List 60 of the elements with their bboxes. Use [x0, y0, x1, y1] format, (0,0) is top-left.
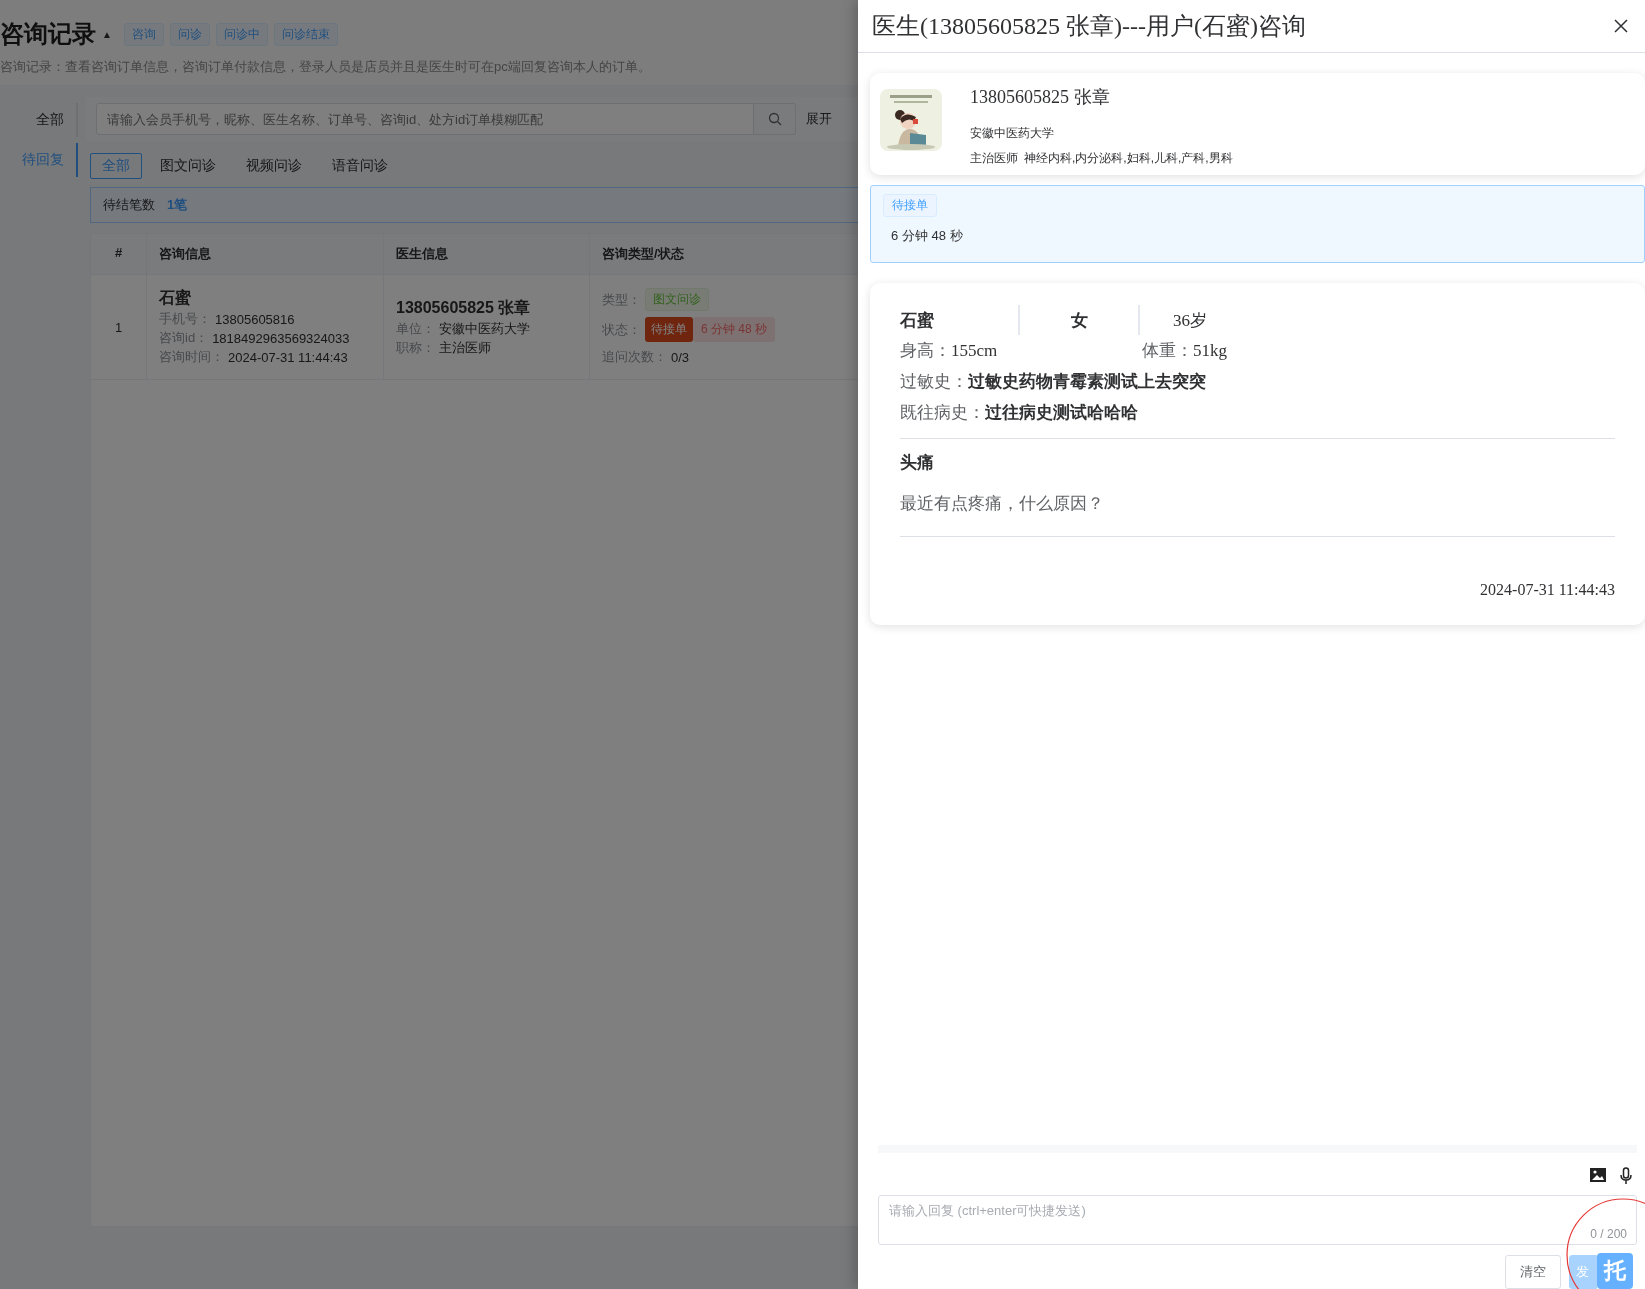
field-label: 既往病史：: [900, 402, 985, 424]
type-tab[interactable]: 视频问诊: [234, 153, 314, 179]
doctor-departments: 神经内科,内分泌科,妇科,儿科,产科,男科: [1024, 150, 1233, 167]
status-tag: 待接单: [645, 317, 693, 342]
field-value: 主治医师: [439, 338, 491, 357]
field-value: 51kg: [1193, 340, 1227, 361]
search-button[interactable]: [754, 103, 796, 135]
floating-badge[interactable]: 托: [1597, 1253, 1633, 1289]
type-tab[interactable]: 图文问诊: [148, 153, 228, 179]
field-value: 13805605816: [215, 311, 295, 327]
column-header: #: [91, 234, 147, 275]
field-label: 体重：: [1142, 340, 1193, 362]
field-value: 155cm: [951, 341, 998, 360]
side-tab[interactable]: 待回复: [0, 143, 78, 177]
field-value: 过敏史药物青霉素测试上去突突: [968, 371, 1206, 393]
character-counter: 0 / 200: [1590, 1227, 1627, 1241]
question-title: 头痛: [900, 452, 935, 474]
doctor-title: 主治医师: [970, 150, 1018, 167]
question-time: 2024-07-31 11:44:43: [1479, 581, 1615, 599]
search-field[interactable]: 请输入会员手机号，昵称、医生名称、订单号、咨询id、处方id订单模糊匹配: [96, 103, 754, 135]
patient-name: 石蜜: [900, 305, 1020, 335]
collapse-toggle[interactable]: ▲: [102, 28, 112, 40]
field-value: 0/3: [671, 349, 690, 365]
field-value: 2024-07-31 11:44:43: [228, 349, 348, 365]
expand-link[interactable]: 展开: [806, 110, 832, 128]
doctor-name: 13805605825 张章: [396, 297, 532, 318]
clear-button[interactable]: 清空: [1505, 1255, 1561, 1289]
page-title: 咨询记录: [0, 19, 96, 49]
filter-tag[interactable]: 问诊结束: [273, 22, 338, 46]
patient-gender: 女: [1020, 305, 1140, 335]
drawer-title: 医生(13805605825 张章)---用户(石蜜)咨询: [872, 12, 1306, 41]
microphone-icon[interactable]: [1619, 1167, 1633, 1185]
summary-value: 1笔: [167, 196, 188, 214]
field-value: 1818492963569324033: [212, 330, 350, 346]
close-icon: [1613, 18, 1629, 34]
column-header: 咨询信息: [147, 234, 384, 275]
side-tab[interactable]: 全部: [0, 103, 78, 137]
doctor-organization: 安徽中医药大学: [970, 125, 1055, 142]
doctor-name: 13805605825 张章: [970, 86, 1111, 109]
status-tag: 待接单: [883, 194, 937, 217]
filter-tag[interactable]: 问诊: [169, 22, 210, 46]
type-tab[interactable]: 语音问诊: [320, 153, 400, 179]
image-icon[interactable]: [1589, 1167, 1607, 1183]
filter-tag[interactable]: 问诊中: [215, 22, 268, 46]
elapsed-time: 6 分钟 48 秒: [891, 227, 964, 245]
patient-age: 36岁: [1172, 309, 1208, 332]
field-label: 过敏史：: [900, 371, 968, 393]
field-label: 身高：: [900, 341, 951, 360]
column-header: 医生信息: [384, 234, 590, 275]
question-text: 最近有点疼痛，什么原因？: [900, 493, 1105, 515]
search-icon: [767, 112, 782, 126]
user-name: 石蜜: [159, 288, 192, 308]
field-value: 过往病史测试哈哈哈: [985, 402, 1138, 424]
summary-label: 待结笔数: [103, 196, 155, 214]
row-index: 1: [114, 319, 123, 335]
column-header: 咨询类型/状态: [590, 234, 858, 275]
type-tab[interactable]: 全部: [90, 153, 142, 179]
filter-tag[interactable]: 咨询: [123, 22, 164, 46]
type-tag: 图文问诊: [645, 288, 709, 311]
field-value: 安徽中医药大学: [439, 319, 530, 338]
